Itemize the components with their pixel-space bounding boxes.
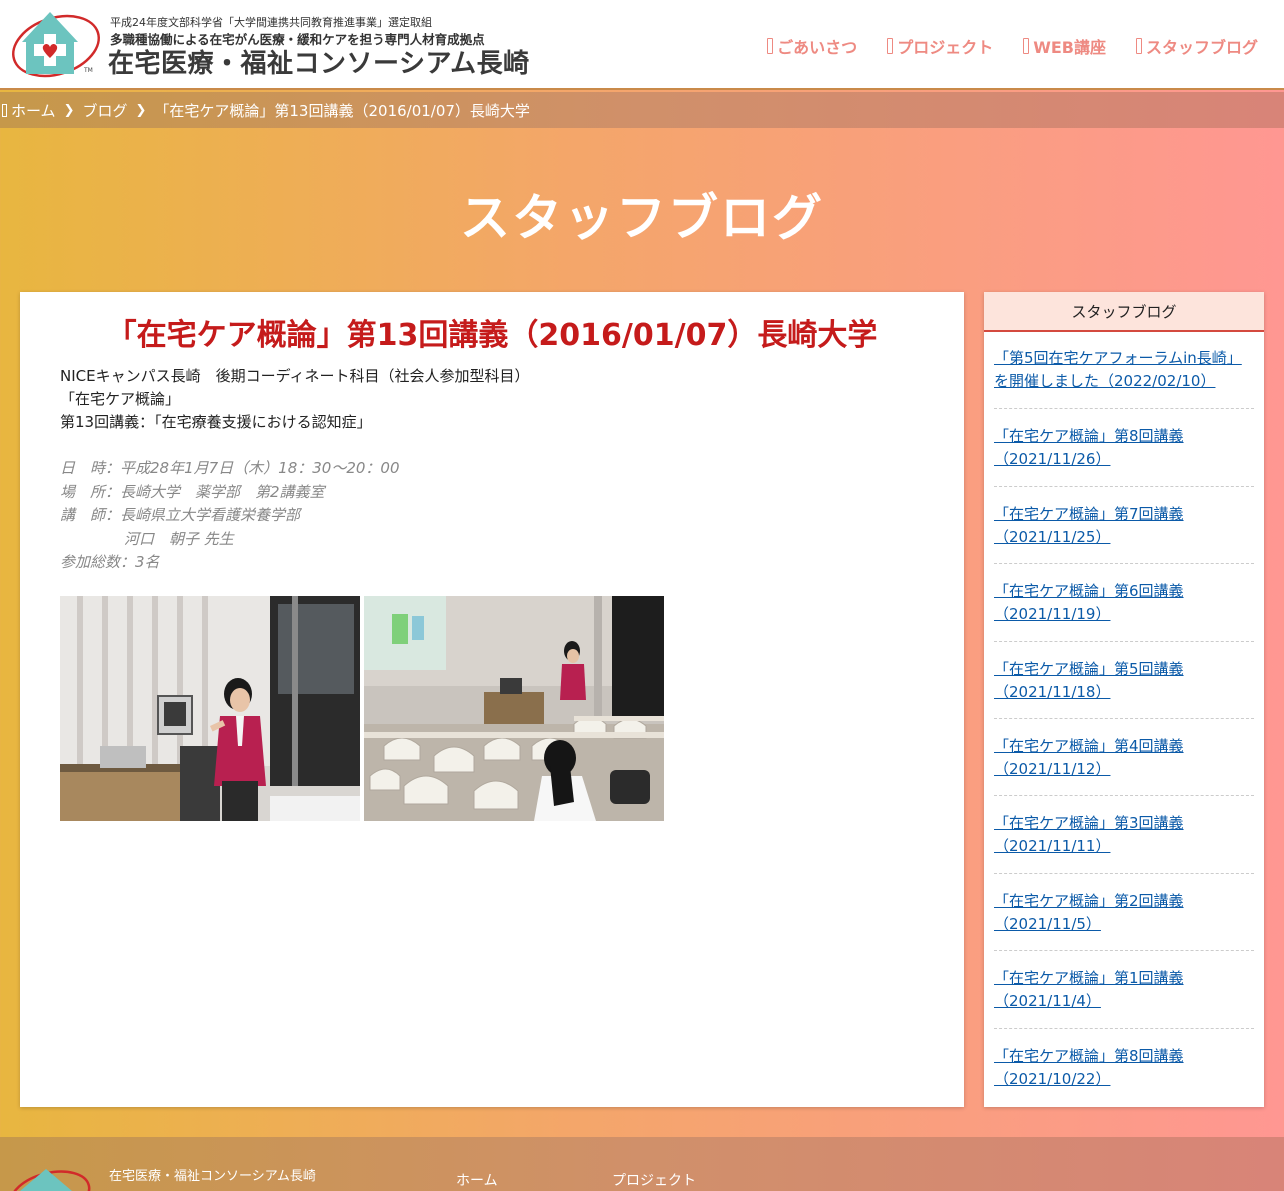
detail-date: 日 時：平成28年1月7日（木）18：30〜20：00 (60, 459, 400, 477)
logo-house-icon[interactable]: TM (10, 8, 106, 80)
list-item: 「在宅ケア概論」第8回講義（2021/10/22） (994, 1029, 1254, 1106)
breadcrumb-blog[interactable]: ブログ (82, 100, 127, 121)
post-link[interactable]: 「在宅ケア概論」第8回講義（2021/11/26） (994, 425, 1254, 471)
post-link[interactable]: 「在宅ケア概論」第1回講義（2021/11/4） (994, 967, 1254, 1013)
post-link[interactable]: 「在宅ケア概論」第6回講義（2021/11/19） (994, 580, 1254, 626)
article-title: 「在宅ケア概論」第13回講義（2016/01/07）長崎大学 (106, 318, 878, 353)
footer-link-home[interactable]: ホーム (456, 1170, 498, 1190)
lecture-photo-classroom[interactable] (364, 596, 664, 821)
recent-posts-list: 「第5回在宅ケアフォーラムin長崎」を開催しました（2022/02/10） 「在… (984, 332, 1264, 1106)
post-link[interactable]: 「在宅ケア概論」第3回講義（2021/11/11） (994, 812, 1254, 858)
nav-item-label: スタッフブログ (1145, 38, 1258, 57)
list-item: 「在宅ケア概論」第2回講義（2021/11/5） (994, 874, 1254, 952)
nav-glyph-icon (767, 38, 774, 54)
list-item: 「在宅ケア概論」第8回講義（2021/11/26） (994, 409, 1254, 487)
logo-caption: 平成24年度文部科学省「大学間連携共同教育推進事業」選定取組 (110, 16, 432, 29)
detail-place: 場 所：長崎大学 薬学部 第2講義室 (60, 482, 325, 501)
breadcrumb-home[interactable]: ホーム (11, 100, 56, 121)
detail-attendees: 参加総数：3名 (60, 553, 160, 571)
chevron-right-icon: ❯ (135, 102, 147, 118)
intro-line: 第13回講義：「在宅療養支援における認知症」 (60, 413, 372, 431)
list-item: 「在宅ケア概論」第7回講義（2021/11/25） (994, 487, 1254, 565)
post-link[interactable]: 「在宅ケア概論」第8回講義（2021/10/22） (994, 1045, 1254, 1091)
list-item: 「在宅ケア概論」第3回講義（2021/11/11） (994, 796, 1254, 874)
list-item: 「在宅ケア概論」第1回講義（2021/11/4） (994, 951, 1254, 1029)
list-item: 「在宅ケア概論」第6回講義（2021/11/19） (994, 564, 1254, 642)
post-link[interactable]: 「在宅ケア概論」第4回講義（2021/11/12） (994, 735, 1254, 781)
article-panel: 「在宅ケア概論」第13回講義（2016/01/07）長崎大学 NICEキャンパス… (20, 292, 964, 1107)
footer-link-project[interactable]: プロジェクト (612, 1170, 696, 1190)
blog-sidebar: スタッフブログ 「第5回在宅ケアフォーラムin長崎」を開催しました（2022/0… (984, 292, 1264, 1107)
sidebar-title: スタッフブログ (984, 292, 1264, 332)
post-link[interactable]: 「在宅ケア概論」第7回講義（2021/11/25） (994, 503, 1254, 549)
intro-line: 「在宅ケア概論」 (60, 390, 181, 408)
nav-glyph-icon (1023, 38, 1030, 54)
svg-text:TM: TM (83, 67, 93, 74)
nav-glyph-icon (1135, 38, 1142, 54)
list-item: 「在宅ケア概論」第5回講義（2021/11/18） (994, 642, 1254, 719)
detail-lecturer: 講 師：長崎県立大学看護栄養学部 (60, 506, 301, 524)
nav-item-label: WEB講座 (1033, 38, 1106, 57)
lecture-photo-speaker[interactable] (60, 596, 360, 821)
site-title[interactable]: 在宅医療・福祉コンソーシアム長崎 (108, 43, 530, 80)
footer-logo-icon[interactable] (10, 1165, 100, 1191)
intro-line: NICEキャンパス長崎 後期コーディネート科目（社会人参加型科目） (60, 367, 530, 385)
site-header: TM 平成24年度文部科学省「大学間連携共同教育推進事業」選定取組 多職種協働に… (0, 0, 1284, 90)
nav-item-staff-blog[interactable]: スタッフブログ (1135, 34, 1258, 58)
page-title: スタッフブログ (460, 189, 824, 247)
nav-item-label: プロジェクト (897, 38, 994, 57)
post-link[interactable]: 「在宅ケア概論」第2回講義（2021/11/5） (994, 890, 1254, 936)
home-icon (2, 103, 7, 117)
breadcrumb: ホーム ❯ ブログ ❯ 「在宅ケア概論」第13回講義（2016/01/07）長崎… (0, 92, 1284, 128)
list-item: 「在宅ケア概論」第4回講義（2021/11/12） (994, 719, 1254, 797)
site-footer: 在宅医療・福祉コンソーシアム長崎 ホーム プロジェクト (0, 1137, 1284, 1191)
nav-item-label: ごあいさつ (777, 38, 858, 57)
chevron-right-icon: ❯ (63, 102, 75, 118)
breadcrumb-current: 「在宅ケア概論」第13回講義（2016/01/07）長崎大学 (154, 101, 530, 120)
article-intro: NICEキャンパス長崎 後期コーディネート科目（社会人参加型科目） 「在宅ケア概… (60, 365, 530, 434)
post-link[interactable]: 「第5回在宅ケアフォーラムin長崎」を開催しました（2022/02/10） (994, 347, 1254, 393)
post-link[interactable]: 「在宅ケア概論」第5回講義（2021/11/18） (994, 658, 1254, 704)
nav-item-web-course[interactable]: WEB講座 (1023, 34, 1106, 58)
nav-glyph-icon (887, 38, 894, 54)
footer-site-name: 在宅医療・福祉コンソーシアム長崎 (109, 1169, 316, 1184)
nav-item-greeting[interactable]: ごあいさつ (767, 34, 857, 58)
event-details: 日 時：平成28年1月7日（木）18：30〜20：00 場 所：長崎大学 薬学部… (60, 457, 400, 575)
nav-item-project[interactable]: プロジェクト (887, 34, 993, 58)
list-item: 「第5回在宅ケアフォーラムin長崎」を開催しました（2022/02/10） (994, 332, 1254, 410)
main-nav: ごあいさつ プロジェクト WEB講座 スタッフブログ (767, 34, 1258, 58)
detail-lecturer-name: 河口 朝子 先生 (124, 529, 234, 548)
